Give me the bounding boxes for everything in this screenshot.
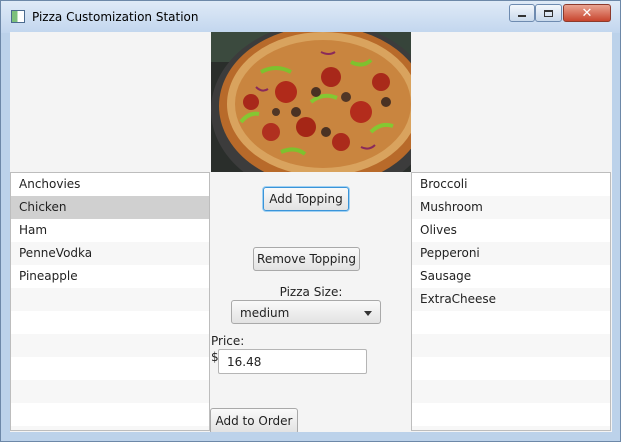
empty-row xyxy=(412,426,610,430)
empty-row xyxy=(11,380,209,403)
pizza-image xyxy=(211,32,411,172)
empty-row xyxy=(11,334,209,357)
available-toppings-list[interactable]: Anchovies Chicken Ham PenneVodka Pineapp… xyxy=(10,172,210,431)
maximize-icon xyxy=(544,9,553,17)
close-button[interactable]: ✕ xyxy=(563,4,611,22)
list-item[interactable]: PenneVodka xyxy=(11,242,209,265)
empty-row xyxy=(11,426,209,430)
minimize-icon xyxy=(518,15,526,17)
pizza-size-value: medium xyxy=(240,306,290,320)
window-title: Pizza Customization Station xyxy=(32,10,199,24)
list-item[interactable]: Ham xyxy=(11,219,209,242)
empty-row xyxy=(412,334,610,357)
pizza-size-select[interactable]: medium xyxy=(231,300,381,324)
list-item[interactable]: ExtraCheese xyxy=(412,288,610,311)
empty-row xyxy=(11,311,209,334)
pizza-size-label: Pizza Size: xyxy=(279,285,343,299)
minimize-button[interactable] xyxy=(509,4,535,22)
empty-row xyxy=(11,403,209,426)
selected-toppings-list[interactable]: Broccoli Mushroom Olives Pepperoni Sausa… xyxy=(411,172,611,431)
empty-row xyxy=(11,288,209,311)
empty-row xyxy=(11,357,209,380)
add-to-order-button[interactable]: Add to Order xyxy=(210,408,298,432)
list-item[interactable]: Broccoli xyxy=(412,173,610,196)
price-field[interactable] xyxy=(218,349,367,374)
empty-row xyxy=(412,357,610,380)
list-item[interactable]: Pepperoni xyxy=(412,242,610,265)
dropdown-arrow-icon xyxy=(364,311,372,316)
list-item[interactable]: Anchovies xyxy=(11,173,209,196)
empty-row xyxy=(412,380,610,403)
app-window: Pizza Customization Station ✕ Anchovies … xyxy=(0,0,621,442)
maximize-button[interactable] xyxy=(535,4,562,22)
list-item-selected[interactable]: Chicken xyxy=(11,196,209,219)
list-item[interactable]: Sausage xyxy=(412,265,610,288)
app-icon xyxy=(11,10,25,23)
list-item[interactable]: Pineapple xyxy=(11,265,209,288)
title-bar[interactable]: Pizza Customization Station ✕ xyxy=(1,1,620,33)
empty-row xyxy=(412,311,610,334)
empty-row xyxy=(412,403,610,426)
add-topping-button[interactable]: Add Topping xyxy=(263,187,349,211)
price-label: Price: xyxy=(211,334,245,348)
main-content: Anchovies Chicken Ham PenneVodka Pineapp… xyxy=(10,32,612,432)
close-icon: ✕ xyxy=(581,5,593,21)
remove-topping-button[interactable]: Remove Topping xyxy=(253,247,360,271)
list-item[interactable]: Mushroom xyxy=(412,196,610,219)
list-item[interactable]: Olives xyxy=(412,219,610,242)
